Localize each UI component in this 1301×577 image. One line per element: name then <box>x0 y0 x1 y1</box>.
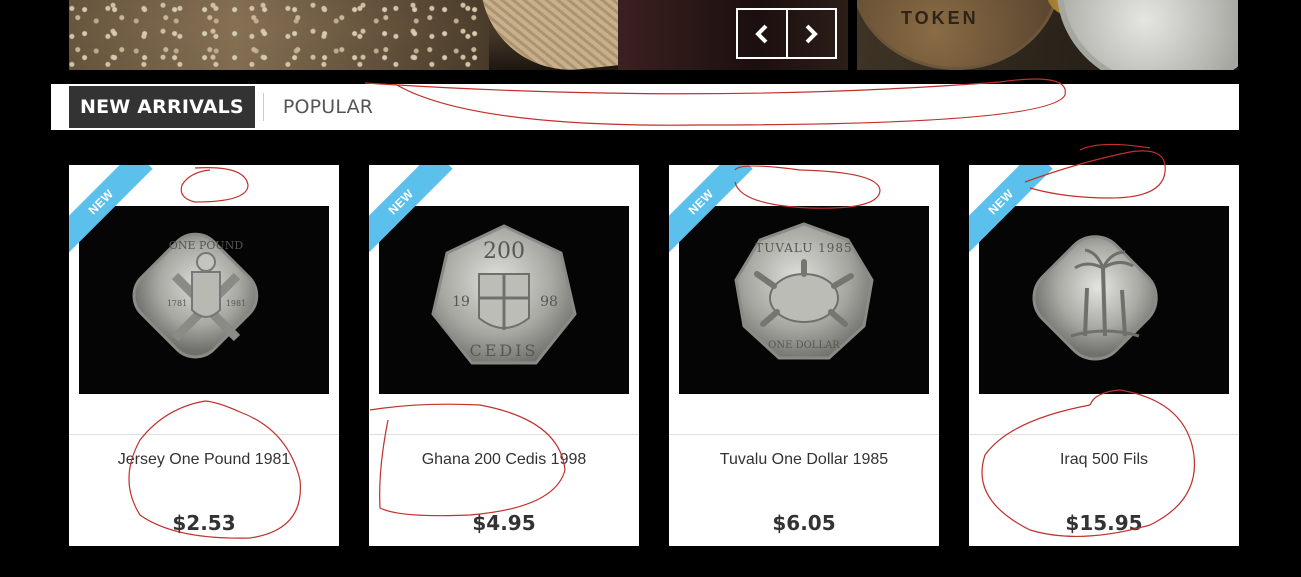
coin-right-date: 1981 <box>226 299 246 308</box>
coin-right-date: 98 <box>540 294 558 310</box>
tab-popular[interactable]: Popular <box>272 86 384 128</box>
silver-coin <box>1057 0 1238 70</box>
tab-new-arrivals[interactable]: New Arrivals <box>69 86 255 128</box>
tab-divider <box>262 93 264 121</box>
hero-coins-image: TOKEN <box>857 0 1238 70</box>
dried-flowers-image <box>69 0 489 70</box>
coin-left-date: 1781 <box>167 299 187 308</box>
token-coin-text: TOKEN <box>901 8 979 28</box>
coin-top-text: ONE POUND <box>169 239 243 252</box>
product-card[interactable]: TUVALU 1985 ONE DOLLAR NEW Tuvalu One Do… <box>669 165 939 546</box>
product-card[interactable]: ONE POUND 1781 1981 NEW Jersey One Pound… <box>69 165 339 546</box>
coin-top-text: 200 <box>483 239 525 264</box>
slider-prev-button[interactable] <box>738 10 786 57</box>
slider-controls <box>736 8 837 59</box>
product-price: $2.53 <box>172 511 236 535</box>
card-divider <box>969 434 1239 435</box>
chevron-right-icon <box>805 24 819 43</box>
product-image[interactable]: ONE POUND 1781 1981 <box>79 206 329 394</box>
jersey-coin-image: ONE POUND 1781 1981 <box>132 232 259 359</box>
hero-banner-image <box>69 0 848 70</box>
coin-left-date: 19 <box>452 294 470 310</box>
product-card[interactable]: NEW Iraq 500 Fils $15.95 <box>969 165 1239 546</box>
product-tabs: New Arrivals Popular <box>51 84 1239 130</box>
card-divider <box>369 434 639 435</box>
product-price: $15.95 <box>1065 511 1143 535</box>
ghana-coin-image: 200 19 98 CEDIS <box>431 224 577 365</box>
tuvalu-coin-image: TUVALU 1985 ONE DOLLAR <box>734 222 874 360</box>
card-divider <box>69 434 339 435</box>
bronze-token-coin: TOKEN <box>857 0 1061 70</box>
coin-bottom-text: CEDIS <box>469 341 538 360</box>
product-image[interactable]: TUVALU 1985 ONE DOLLAR <box>679 206 929 394</box>
coin-bottom-text: ONE DOLLAR <box>768 340 840 351</box>
chevron-left-icon <box>754 24 768 43</box>
product-name[interactable]: Iraq 500 Fils <box>969 451 1239 469</box>
product-name[interactable]: Jersey One Pound 1981 <box>69 451 339 469</box>
coin-top-text: TUVALU 1985 <box>755 241 852 255</box>
product-name[interactable]: Ghana 200 Cedis 1998 <box>369 451 639 469</box>
iraq-coin-image <box>1032 235 1158 361</box>
product-price: $6.05 <box>772 511 836 535</box>
annotation-stroke <box>1079 143 1151 151</box>
card-divider <box>669 434 939 435</box>
product-name[interactable]: Tuvalu One Dollar 1985 <box>669 451 939 469</box>
product-card[interactable]: 200 19 98 CEDIS NEW Ghana 200 Cedis 1998… <box>369 165 639 546</box>
product-image[interactable]: 200 19 98 CEDIS <box>379 206 629 394</box>
product-image[interactable] <box>979 206 1229 394</box>
product-price: $4.95 <box>472 511 536 535</box>
slider-next-button[interactable] <box>785 10 836 57</box>
